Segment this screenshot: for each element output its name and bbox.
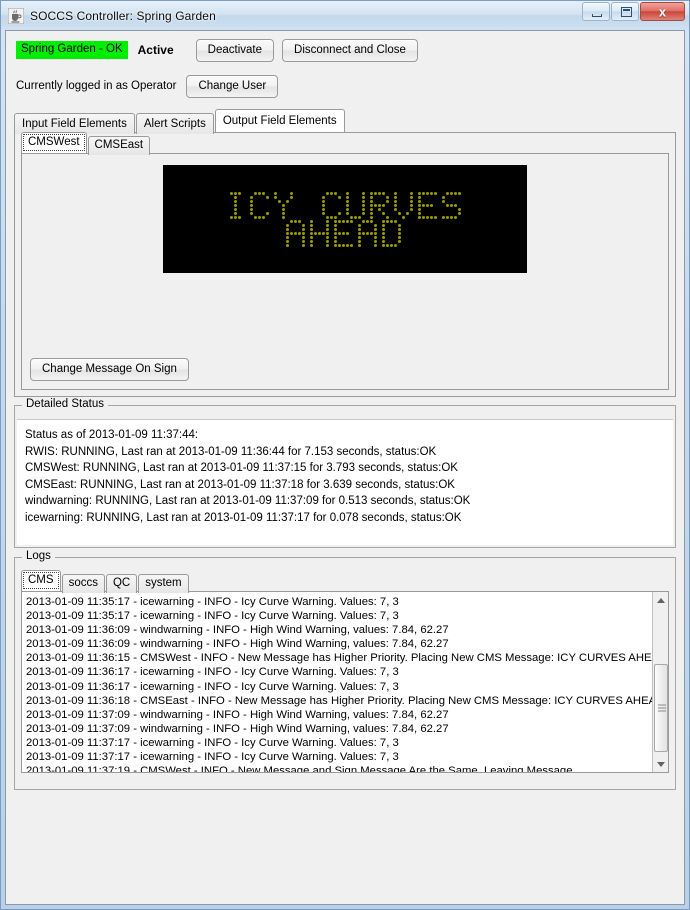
log-entry: 2013-01-09 11:36:17 - icewarning - INFO … [26,665,650,679]
tab-input-field-elements[interactable]: Input Field Elements [14,113,135,134]
detailed-status-body: Status as of 2013-01-09 11:37:44:RWIS: R… [17,419,673,545]
disconnect-and-close-button[interactable]: Disconnect and Close [282,39,418,62]
change-user-button[interactable]: Change User [186,75,278,98]
cms-west-panel: Change Message On Sign [21,153,669,390]
tab-label: Output Field Elements [223,115,337,127]
led-line [285,219,405,247]
tab-label: QC [113,577,130,589]
log-entry: 2013-01-09 11:37:09 - windwarning - INFO… [26,708,650,722]
status-line: Status as of 2013-01-09 11:37:44: [25,427,665,444]
log-tab-cms[interactable]: CMS [21,570,61,591]
log-entry: 2013-01-09 11:37:09 - windwarning - INFO… [26,722,650,736]
scrollbar-track[interactable] [653,608,669,756]
scroll-down-arrow-icon[interactable] [653,756,669,772]
maximize-button[interactable] [611,2,639,21]
bottom-filler [6,790,684,904]
detailed-status-title: Detailed Status [22,398,108,410]
log-entry: 2013-01-09 11:35:17 - icewarning - INFO … [26,609,650,623]
scrollbar-grip-icon [658,705,666,712]
java-coffee-cup-icon [8,8,24,24]
log-entry: 2013-01-09 11:36:09 - windwarning - INFO… [26,637,650,651]
log-entry: 2013-01-09 11:37:19 - CMSWest - INFO - N… [26,764,650,772]
led-line [225,191,465,219]
log-entry: 2013-01-09 11:36:15 - CMSWest - INFO - N… [26,651,650,665]
tab-label: CMS [28,574,54,586]
log-list: 2013-01-09 11:35:17 - icewarning - INFO … [22,592,652,772]
close-button[interactable]: x [640,2,685,21]
led-sign-wrapper [163,165,527,273]
login-row: Currently logged in as Operator Change U… [16,74,674,98]
tab-alert-scripts[interactable]: Alert Scripts [136,113,214,134]
close-icon: x [659,4,666,19]
sign-tab-cmseast[interactable]: CMSEast [88,136,151,155]
log-tab-system[interactable]: system [138,574,188,593]
tab-label: system [145,577,181,589]
sign-actions: Change Message On Sign [30,358,189,381]
log-entry: 2013-01-09 11:36:17 - icewarning - INFO … [26,680,650,694]
main-tab-strip: Input Field Elements Alert Scripts Output … [14,111,676,132]
status-badge: Spring Garden - OK [16,41,128,60]
log-tab-qc[interactable]: QC [106,574,137,593]
output-field-elements-panel: CMSWest CMSEast Change Message On Sign [14,132,676,397]
client-area: Spring Garden - OK Active Deactivate Dis… [5,30,685,905]
window-controls: x [582,2,685,21]
tab-label: soccs [69,577,98,589]
window-title: SOCCS Controller: Spring Garden [30,9,216,23]
log-tab-soccs[interactable]: soccs [62,574,105,593]
logs-group: Logs CMSsoccsQCsystem 2013-01-09 11:35:1… [14,557,676,790]
tab-output-field-elements[interactable]: Output Field Elements [215,109,345,132]
led-character [249,191,273,219]
led-character [321,191,345,219]
led-character [441,191,465,219]
led-character [381,219,405,247]
change-message-on-sign-button[interactable]: Change Message On Sign [30,358,189,381]
tab-label: Input Field Elements [22,118,127,130]
title-bar: SOCCS Controller: Spring Garden x [1,1,689,30]
logged-in-label: Currently logged in as Operator [16,80,176,92]
minimize-button[interactable] [582,2,610,21]
scroll-up-arrow-icon[interactable] [653,592,669,608]
application-window: SOCCS Controller: Spring Garden x Spring… [0,0,690,910]
log-entry: 2013-01-09 11:35:17 - icewarning - INFO … [26,595,650,609]
log-area: 2013-01-09 11:35:17 - icewarning - INFO … [21,591,669,773]
led-character [273,191,297,219]
led-character [225,191,249,219]
scrollbar-thumb[interactable] [654,664,668,752]
led-character [333,219,357,247]
led-sign-display [163,165,527,273]
led-character [393,191,417,219]
status-line: icewarning: RUNNING, Last ran at 2013-01… [25,510,665,527]
status-line: RWIS: RUNNING, Last ran at 2013-01-09 11… [25,444,665,461]
detailed-status-group: Detailed Status Status as of 2013-01-09 … [14,405,676,548]
logs-title: Logs [22,550,55,562]
log-tab-strip: CMS soccs QC system [15,570,675,591]
log-entry: 2013-01-09 11:36:18 - CMSEast - INFO - N… [26,694,650,708]
led-character [309,219,333,247]
sign-tab-cmswest[interactable]: CMSWest [21,132,87,153]
log-scrollbar[interactable] [652,592,668,772]
deactivate-button[interactable]: Deactivate [196,39,274,62]
log-entry: 2013-01-09 11:37:17 - icewarning - INFO … [26,736,650,750]
led-character [345,191,369,219]
status-row: Spring Garden - OK Active Deactivate Dis… [16,39,674,61]
status-line: CMSEast: RUNNING, Last ran at 2013-01-09… [25,477,665,494]
log-entry: 2013-01-09 11:36:09 - windwarning - INFO… [26,623,650,637]
status-line: CMSWest: RUNNING, Last ran at 2013-01-09… [25,460,665,477]
led-character [357,219,381,247]
led-character [285,219,309,247]
active-label: Active [138,43,174,57]
tab-label: CMSWest [28,136,80,148]
tab-label: Alert Scripts [144,118,206,130]
top-status-bar: Spring Garden - OK Active Deactivate Dis… [6,31,684,98]
status-line: windwarning: RUNNING, Last ran at 2013-0… [25,493,665,510]
tab-label: CMSEast [95,139,144,151]
led-character [369,191,393,219]
log-entry: 2013-01-09 11:37:17 - icewarning - INFO … [26,750,650,764]
led-character [417,191,441,219]
sign-tab-strip: CMSWest CMSEast [15,133,675,153]
led-character [297,191,321,219]
